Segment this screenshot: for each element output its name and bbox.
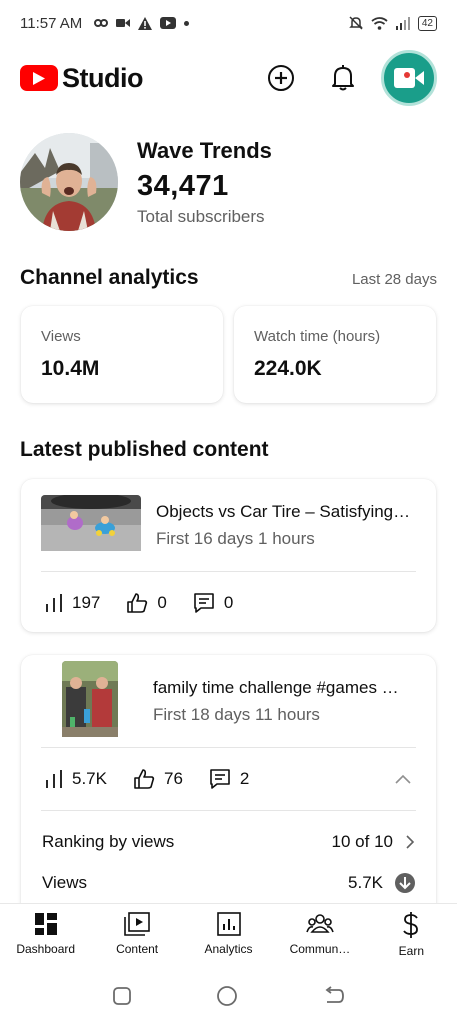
analytics-icon [216,912,241,936]
nav-community-label: Commun… [289,942,351,956]
app-header: Studio [0,46,457,110]
comment-icon [210,769,230,789]
video-row[interactable]: family time challenge #games … First 18 … [21,655,436,747]
video-card[interactable]: family time challenge #games … First 18 … [21,655,436,945]
nav-community[interactable]: Commun… [274,904,365,967]
channel-avatar[interactable] [20,133,118,231]
subscriber-count: 34,471 [137,169,229,202]
latest-content-header: Latest published content [20,438,437,462]
video-title: Objects vs Car Tire – Satisfying… [156,501,411,521]
video-thumbnail[interactable] [41,494,141,556]
link-icon [94,19,109,27]
dashboard-icon [34,913,57,935]
warning-icon [138,16,153,30]
video-card[interactable]: Objects vs Car Tire – Satisfying… First … [21,479,436,632]
recent-apps-icon[interactable] [112,986,132,1006]
community-icon [306,914,334,933]
video-stats: 5.7K 76 2 [21,748,436,810]
video-stats: 197 0 0 [21,572,436,634]
latest-content-title: Latest published content [20,438,269,461]
plus-circle-icon [268,65,294,91]
chevron-right-icon [406,835,415,849]
nav-content[interactable]: Content [91,904,182,967]
youtube-logo-icon [20,65,58,91]
video-call-icon [116,19,131,27]
nav-earn[interactable]: Earn [366,904,457,967]
like-icon [134,769,155,789]
views-label: Views [41,328,81,345]
ranking-label: Ranking by views [42,832,175,851]
chevron-up-icon[interactable] [394,773,412,785]
likes-count: 0 [157,593,167,612]
bar-chart-icon [46,770,62,788]
battery-indicator: 42 [417,15,437,31]
nav-dashboard[interactable]: Dashboard [0,904,91,967]
watch-time-card[interactable]: Watch time (hours) 224.0K [234,306,436,403]
youtube-notify-icon [160,17,177,29]
views-count: 197 [72,593,101,612]
wifi-icon [371,16,388,30]
content-icon [124,912,150,936]
ranking-value: 10 of 10 [331,832,393,851]
back-icon[interactable] [323,985,345,1006]
comment-icon [194,593,214,613]
comments-count: 2 [239,769,250,788]
channel-analytics-title: Channel analytics [20,266,199,289]
nav-content-label: Content [116,942,159,956]
views-row-value: 5.7K [348,873,383,892]
home-icon[interactable] [216,985,238,1007]
signal-icon [395,16,410,30]
comments-count: 0 [223,593,234,612]
notifications-button[interactable] [323,58,363,98]
video-camera-icon [394,68,424,88]
likes-count: 76 [163,769,183,788]
views-row-label: Views [42,873,88,892]
channel-analytics-header: Channel analytics Last 28 days [20,266,437,290]
studio-logo[interactable]: Studio [20,63,143,94]
like-icon [127,593,148,613]
bar-chart-icon [46,594,62,612]
go-live-button[interactable] [381,50,437,106]
nav-analytics-label: Analytics [204,942,253,956]
system-navigation [0,967,457,1024]
ranking-row[interactable]: Ranking by views 10 of 10 [21,811,436,873]
bell-icon [332,65,354,91]
app-name: Studio [62,62,143,93]
create-button[interactable] [261,58,301,98]
watch-time-value: 224.0K [254,357,322,380]
views-value: 10.4M [41,357,100,380]
video-row[interactable]: Objects vs Car Tire – Satisfying… First … [21,479,436,571]
video-thumbnail[interactable] [62,660,118,742]
status-time: 11:57 AM [20,14,83,32]
earn-icon [403,912,419,938]
subscriber-label: Total subscribers [137,206,265,226]
views-card[interactable]: Views 10.4M [21,306,223,403]
bottom-navigation: Dashboard Content Analytics Commun… Earn [0,903,457,967]
nav-analytics[interactable]: Analytics [183,904,274,967]
video-title: family time challenge #games … [153,677,399,697]
nav-earn-label: Earn [398,944,424,958]
video-age: First 18 days 11 hours [153,704,320,724]
nav-dashboard-label: Dashboard [16,942,76,956]
video-age: First 16 days 1 hours [156,528,315,548]
status-bar: 11:57 AM 42 [0,0,457,46]
analytics-period: Last 28 days [351,271,437,288]
views-row: Views 5.7K [21,873,436,903]
dot-icon [184,20,190,26]
channel-name: Wave Trends [137,137,272,163]
views-count: 5.7K [72,769,107,788]
mute-icon [349,16,363,30]
arrow-down-circle-icon [395,873,415,893]
watch-time-label: Watch time (hours) [254,328,381,345]
channel-summary: Wave Trends 34,471 Total subscribers [20,132,440,232]
